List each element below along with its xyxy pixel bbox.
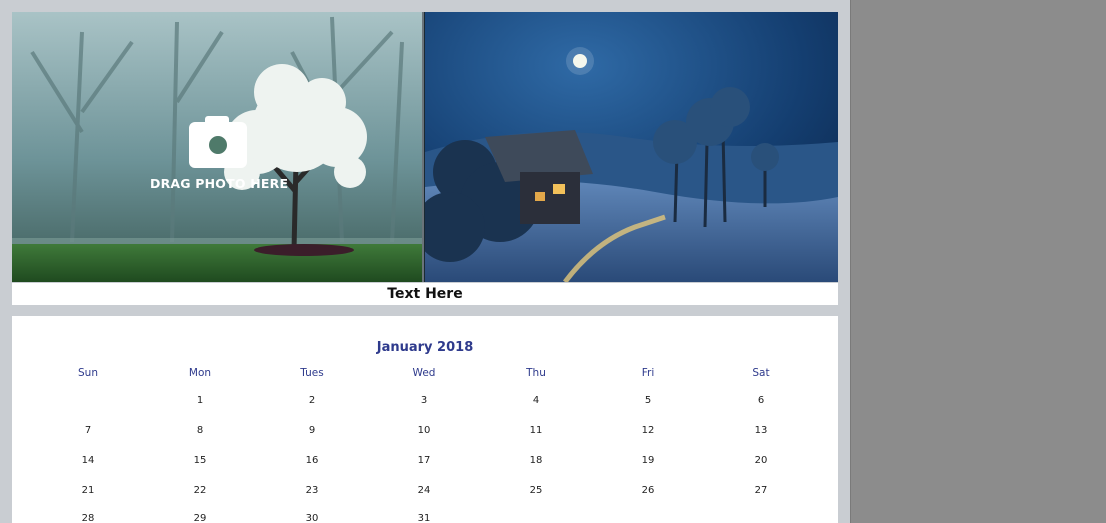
calendar-day-cell: 28 xyxy=(81,513,95,523)
weekday-header: Sun xyxy=(78,367,98,379)
calendar-grid: January 2018 Sun Mon Tues Wed Thu Fri Sat 1 2 3 4 5… xyxy=(12,316,838,523)
side-panel xyxy=(850,0,1106,523)
calendar-day-cell: 27 xyxy=(754,485,768,496)
calendar-day-cell: 19 xyxy=(641,455,655,466)
drop-photo-hint[interactable]: DRAG PHOTO HERE xyxy=(150,116,289,191)
calendar-day-cell: 21 xyxy=(81,485,95,496)
drop-photo-label: DRAG PHOTO HERE xyxy=(150,176,289,191)
weekday-header: Wed xyxy=(412,367,436,379)
calendar-day-cell: 6 xyxy=(757,395,765,406)
camera-icon xyxy=(189,116,247,168)
calendar-day-cell: 3 xyxy=(420,395,428,406)
calendar-day-cell: 4 xyxy=(532,395,540,406)
calendar-day-cell: 1 xyxy=(196,395,204,406)
weekday-header: Tues xyxy=(300,367,324,379)
weekday-header: Thu xyxy=(526,367,546,379)
calendar-day-cell: 9 xyxy=(308,425,316,436)
calendar-day-cell: 13 xyxy=(754,425,768,436)
canvas-workspace: DRAG PHOTO HERE Text Here January 2018 S… xyxy=(0,0,850,523)
calendar-day-cell: 22 xyxy=(193,485,207,496)
photo-row: DRAG PHOTO HERE xyxy=(12,12,838,282)
calendar-day-cell: 17 xyxy=(417,455,431,466)
calendar-day-cell: 30 xyxy=(305,513,319,523)
calendar-day-cell: 10 xyxy=(417,425,431,436)
caption-text[interactable]: Text Here xyxy=(387,286,462,302)
calendar-day-cell: 31 xyxy=(417,513,431,523)
calendar-day-cell: 5 xyxy=(644,395,652,406)
weekday-header: Sat xyxy=(752,367,770,379)
calendar-day-cell: 23 xyxy=(305,485,319,496)
calendar-day-cell: 11 xyxy=(529,425,543,436)
calendar-month-title: January 2018 xyxy=(376,340,474,355)
calendar-day-cell: 29 xyxy=(193,513,207,523)
weekday-header: Fri xyxy=(641,367,655,379)
caption-bar[interactable]: Text Here xyxy=(12,283,838,305)
calendar-day-cell: 12 xyxy=(641,425,655,436)
night-cabin-photo xyxy=(425,12,838,282)
photo-slot-left[interactable]: DRAG PHOTO HERE xyxy=(12,12,424,282)
calendar-day-cell: 16 xyxy=(305,455,319,466)
calendar-day-cell: 8 xyxy=(196,425,204,436)
calendar-day-cell: 26 xyxy=(641,485,655,496)
calendar-day-cell: 14 xyxy=(81,455,95,466)
photo-slot-right[interactable] xyxy=(425,12,838,282)
calendar-day-cell: 15 xyxy=(193,455,207,466)
calendar-day-cell: 24 xyxy=(417,485,431,496)
calendar-day-cell: 2 xyxy=(308,395,316,406)
weekday-header: Mon xyxy=(188,367,212,379)
calendar-day-cell: 25 xyxy=(529,485,543,496)
calendar-day-cell: 20 xyxy=(754,455,768,466)
calendar-day-cell: 18 xyxy=(529,455,543,466)
calendar-day-cell: 7 xyxy=(84,425,92,436)
